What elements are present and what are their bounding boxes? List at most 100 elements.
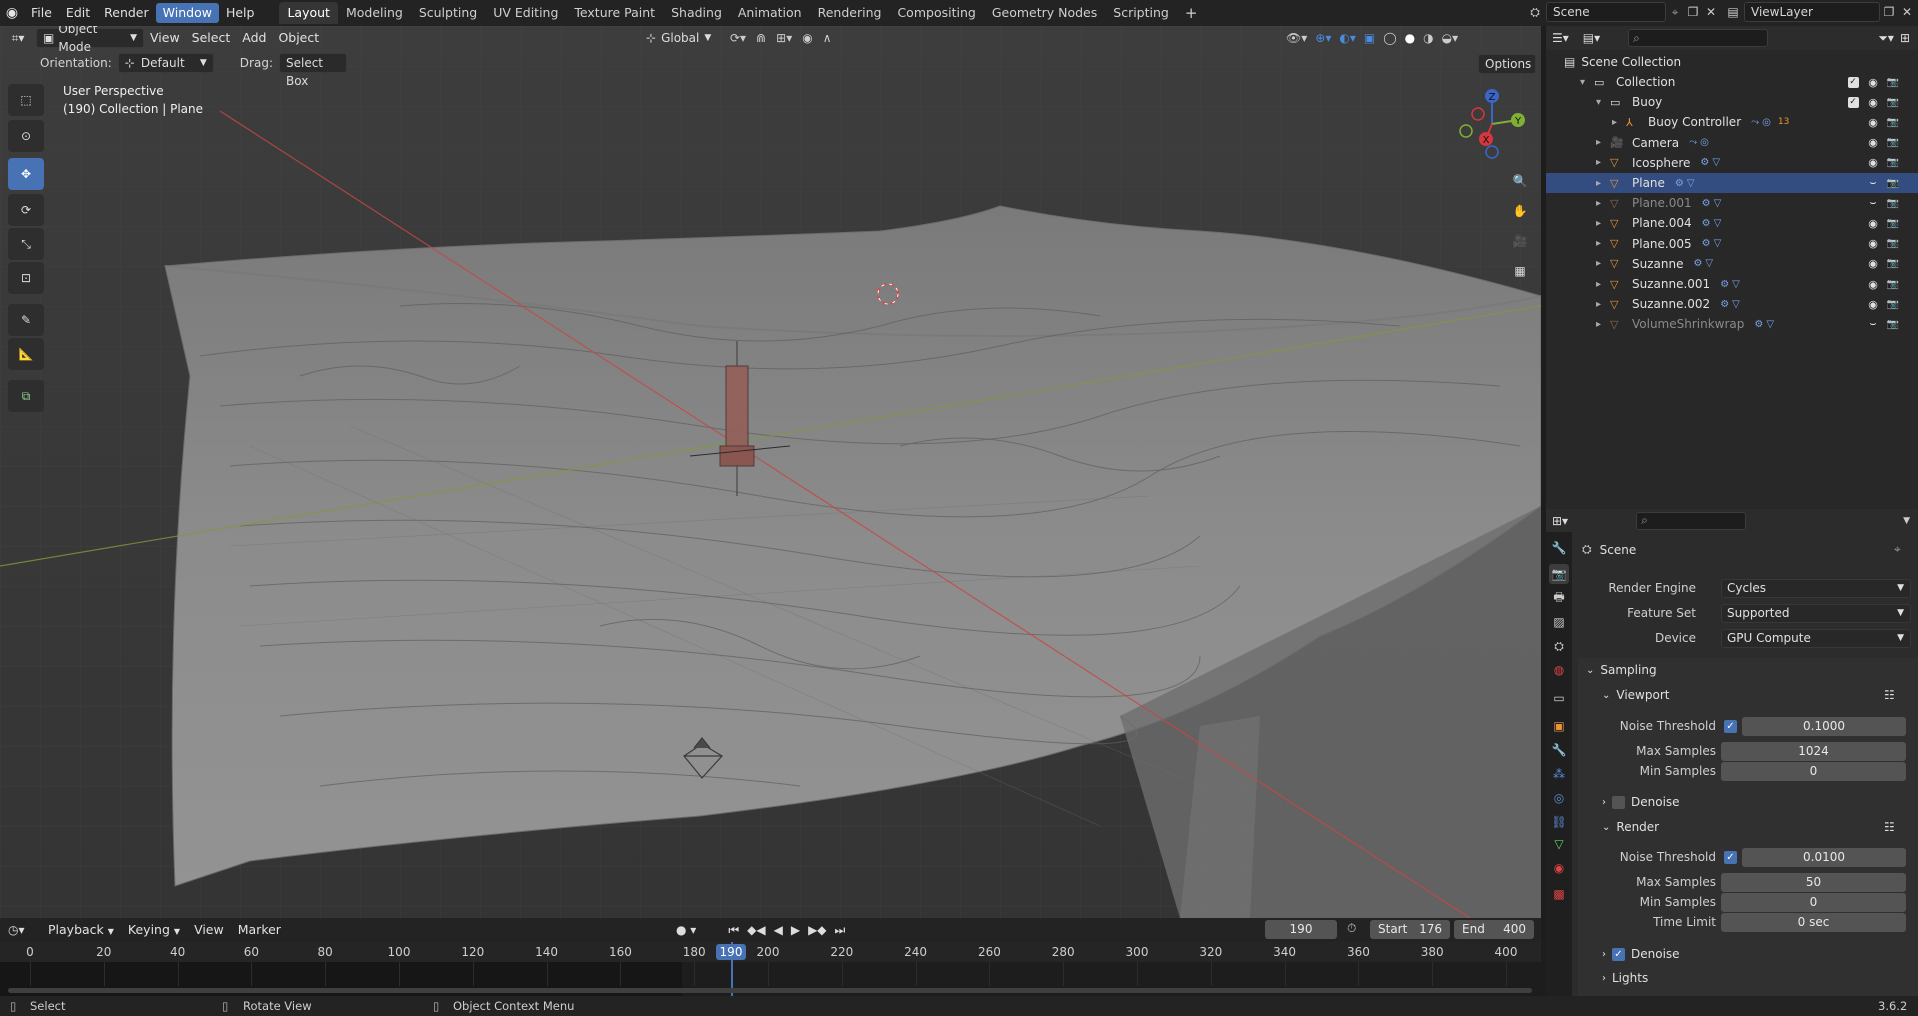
- object-data-icons[interactable]: ⚙▽: [1702, 198, 1725, 209]
- exclude-checkbox[interactable]: ✓: [1846, 95, 1860, 109]
- eye-icon[interactable]: ◉: [1866, 257, 1880, 271]
- menu-window[interactable]: Window: [155, 3, 219, 23]
- tab-constraints[interactable]: ⛓: [1549, 812, 1569, 832]
- scene-selector[interactable]: ⛭ Scene ⌖ ❐ ✕: [1524, 2, 1720, 22]
- r-noise-threshold-field[interactable]: 0.0100: [1742, 848, 1906, 867]
- viewport-subpanel-header[interactable]: ⌄ Viewport: [1602, 688, 1669, 702]
- display-mode-icon[interactable]: ▤▾: [1583, 31, 1600, 45]
- collapse-arrow-icon[interactable]: ▸: [1596, 157, 1610, 168]
- r-denoise-checkbox[interactable]: ✓: [1612, 947, 1625, 961]
- tab-scripting[interactable]: Scripting: [1105, 2, 1177, 24]
- next-keyframe-icon[interactable]: ▶◆: [808, 923, 826, 937]
- overlay-icon[interactable]: ◐▾: [1339, 31, 1356, 45]
- menu-add[interactable]: Add: [236, 28, 272, 48]
- proportional-edit-icon[interactable]: ◉: [802, 31, 812, 45]
- falloff-icon[interactable]: ∧: [823, 31, 832, 45]
- outliner-row-plane-004[interactable]: ▸ ▽ Plane.004 ⚙▽ ◉ 📷: [1546, 213, 1918, 233]
- object-data-icons[interactable]: ⚙▽: [1702, 218, 1725, 229]
- lights-subpanel-header[interactable]: › Lights: [1602, 971, 1648, 985]
- object-data-icons[interactable]: ⚙▽: [1675, 178, 1698, 189]
- eye-icon[interactable]: ◉: [1866, 95, 1880, 109]
- collapse-arrow-icon[interactable]: ▸: [1596, 258, 1610, 269]
- visibility-icon[interactable]: 👁▾: [1286, 31, 1307, 45]
- tab-scene[interactable]: ⛭: [1549, 636, 1569, 656]
- timeline-marker-menu[interactable]: Marker: [232, 920, 287, 940]
- play-icon[interactable]: ▶: [791, 923, 800, 937]
- eye-closed-icon[interactable]: ⌣: [1866, 317, 1880, 331]
- outliner-row-icosphere[interactable]: ▸ ▽ Icosphere ⚙▽ ◉ 📷: [1546, 153, 1918, 173]
- vp-denoise-checkbox[interactable]: [1612, 795, 1625, 809]
- tab-rendering[interactable]: Rendering: [810, 2, 890, 24]
- tab-tool[interactable]: 🔧: [1549, 538, 1569, 558]
- tab-shading[interactable]: Shading: [663, 2, 730, 24]
- rotate-tool[interactable]: ⟳: [8, 194, 44, 226]
- new-collection-icon[interactable]: ⊞: [1900, 31, 1910, 45]
- tab-layout[interactable]: Layout: [279, 2, 338, 24]
- eye-closed-icon[interactable]: ⌣: [1866, 196, 1880, 210]
- perspective-toggle-button[interactable]: ▦: [1507, 258, 1533, 284]
- start-frame-field[interactable]: Start 176: [1370, 920, 1450, 939]
- menu-file[interactable]: File: [24, 3, 59, 23]
- vp-denoise-subpanel-header[interactable]: › Denoise: [1602, 795, 1680, 809]
- collapse-arrow-icon[interactable]: ▸: [1596, 279, 1610, 290]
- drag-dropdown[interactable]: Select Box: [278, 53, 347, 88]
- pin-icon[interactable]: ⌖: [1666, 5, 1684, 20]
- tab-texture-paint[interactable]: Texture Paint: [566, 2, 663, 24]
- outliner-search[interactable]: ⌕: [1628, 29, 1769, 47]
- wireframe-shading-icon[interactable]: ◯: [1383, 31, 1396, 45]
- render-visibility-icon[interactable]: 📷: [1886, 277, 1900, 291]
- tab-uv-editing[interactable]: UV Editing: [485, 2, 566, 24]
- delete-scene-icon[interactable]: ✕: [1702, 5, 1720, 19]
- view-layer-selector[interactable]: ▤ ViewLayer ❐ ✕: [1722, 2, 1916, 22]
- tab-view-layer[interactable]: ▨: [1549, 612, 1569, 632]
- eye-icon[interactable]: ◉: [1866, 237, 1880, 251]
- timeline-ruler[interactable]: 0 20 40 60 80 100 120 140 160 180 200 220 240 260 280 3…: [0, 942, 1541, 996]
- outliner-root[interactable]: ▤ Scene Collection: [1546, 52, 1918, 72]
- tab-world[interactable]: ◍: [1549, 660, 1569, 680]
- render-visibility-icon[interactable]: 📷: [1886, 317, 1900, 331]
- properties-search[interactable]: ⌕: [1636, 511, 1747, 530]
- scene-name[interactable]: Scene: [1546, 2, 1666, 22]
- device-dropdown[interactable]: GPU Compute ▼: [1721, 629, 1911, 648]
- render-visibility-icon[interactable]: 📷: [1886, 75, 1900, 89]
- tab-object[interactable]: ▣: [1549, 716, 1569, 736]
- delete-view-layer-icon[interactable]: ✕: [1898, 5, 1916, 19]
- timeline-scrollbar[interactable]: [8, 988, 1532, 993]
- material-shading-icon[interactable]: ◑: [1423, 31, 1433, 45]
- tab-compositing[interactable]: Compositing: [889, 2, 983, 24]
- outliner-row-buoy-controller[interactable]: ▸ ⅄ Buoy Controller ⤳◎ 13 ◉ 📷: [1546, 112, 1918, 132]
- transform-orientation-dropdown[interactable]: ⊹ Global ▼: [646, 28, 711, 48]
- feature-set-dropdown[interactable]: Supported ▼: [1721, 604, 1911, 623]
- play-reverse-icon[interactable]: ◀: [774, 923, 783, 937]
- sampling-panel-header[interactable]: ⌄ Sampling: [1586, 663, 1657, 677]
- add-workspace-button[interactable]: +: [1177, 2, 1206, 24]
- outliner-row-volumeshrinkwrap[interactable]: ▸ ▽ VolumeShrinkwrap ⚙▽ ⌣ 📷: [1546, 314, 1918, 334]
- camera-view-button[interactable]: 🎥: [1507, 228, 1533, 254]
- gizmo-icon[interactable]: ⊕▾: [1315, 31, 1331, 45]
- object-data-icons[interactable]: ⤳◎: [1689, 137, 1712, 148]
- expand-arrow-icon[interactable]: ▾: [1596, 97, 1610, 108]
- object-data-icons[interactable]: ⚙▽: [1693, 258, 1716, 269]
- menu-select[interactable]: Select: [186, 28, 237, 48]
- object-data-icons[interactable]: ⚙▽: [1754, 319, 1777, 330]
- outliner-row-plane-005[interactable]: ▸ ▽ Plane.005 ⚙▽ ◉ 📷: [1546, 234, 1918, 254]
- tab-animation[interactable]: Animation: [730, 2, 810, 24]
- end-frame-field[interactable]: End 400: [1454, 920, 1534, 939]
- filter-icon[interactable]: ⏷▾: [1878, 31, 1894, 46]
- tab-particles[interactable]: ⁂: [1549, 764, 1569, 784]
- 3d-viewport[interactable]: ⌗▾ ▣ Object Mode ▼ View Select Add Object …: [0, 26, 1541, 918]
- render-visibility-icon[interactable]: 📷: [1886, 196, 1900, 210]
- vp-max-samples-field[interactable]: 1024: [1721, 742, 1906, 761]
- record-button[interactable]: ● ▾: [676, 923, 696, 937]
- tab-output[interactable]: 🖶: [1549, 588, 1569, 608]
- snap-target-icon[interactable]: ⊞▾: [776, 31, 792, 45]
- pin-icon[interactable]: ⌖: [1894, 542, 1901, 557]
- collapse-arrow-icon[interactable]: ▸: [1596, 218, 1610, 229]
- list-icon[interactable]: ☷: [1884, 820, 1895, 834]
- tab-modeling[interactable]: Modeling: [338, 2, 411, 24]
- add-cube-tool[interactable]: ⧉: [8, 380, 44, 412]
- menu-render[interactable]: Render: [97, 3, 156, 23]
- select-box-tool[interactable]: ⬚: [8, 84, 44, 116]
- object-data-icons[interactable]: ⚙▽: [1720, 299, 1743, 310]
- playback-dropdown[interactable]: Playback ▼: [42, 920, 120, 940]
